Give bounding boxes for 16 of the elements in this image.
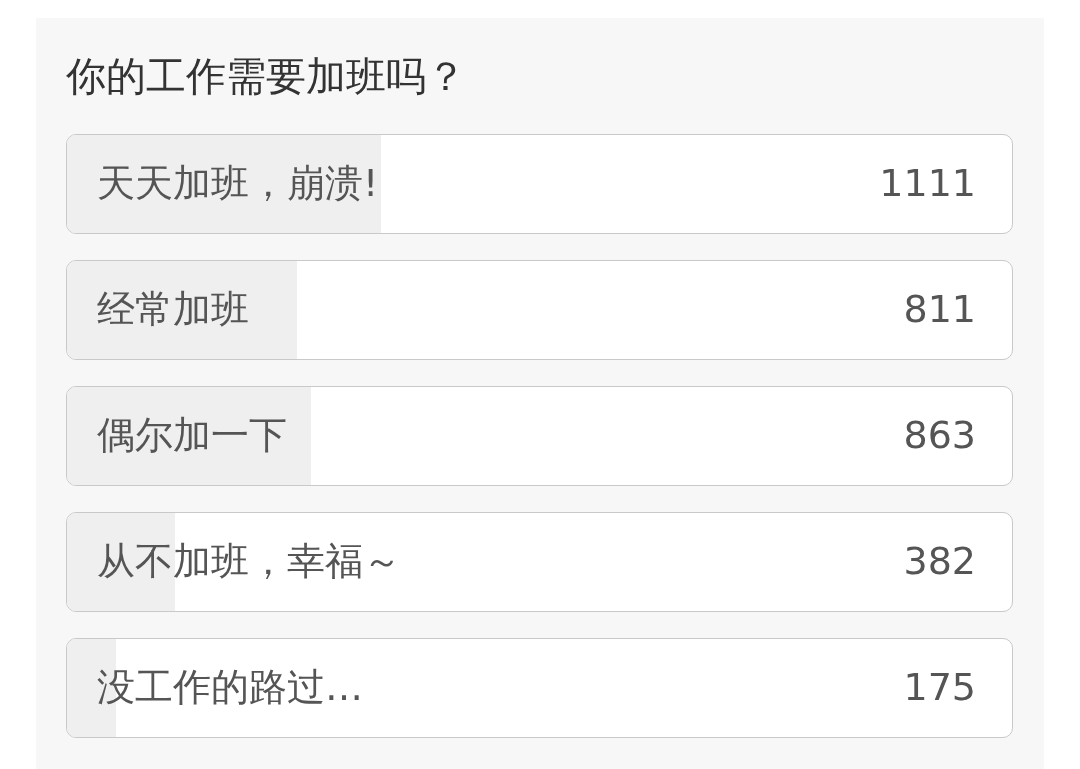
- poll-option[interactable]: 没工作的路过… 175: [66, 638, 1013, 738]
- vote-count: 811: [903, 287, 976, 333]
- poll-option[interactable]: 天天加班，崩溃! 1111: [66, 134, 1013, 234]
- poll-option[interactable]: 从不加班，幸福～ 382: [66, 512, 1013, 612]
- vote-count: 175: [903, 665, 976, 711]
- option-label: 从不加班，幸福～: [97, 539, 401, 585]
- poll-option[interactable]: 偶尔加一下 863: [66, 386, 1013, 486]
- vote-count: 1111: [879, 161, 976, 207]
- poll-option[interactable]: 经常加班 811: [66, 260, 1013, 360]
- option-label: 经常加班: [97, 287, 249, 333]
- poll-question: 你的工作需要加班吗？: [66, 52, 467, 100]
- vote-count: 382: [903, 539, 976, 585]
- option-label: 天天加班，崩溃!: [97, 161, 379, 207]
- option-label: 偶尔加一下: [97, 413, 287, 459]
- vote-count: 863: [903, 413, 976, 459]
- option-label: 没工作的路过…: [97, 665, 363, 711]
